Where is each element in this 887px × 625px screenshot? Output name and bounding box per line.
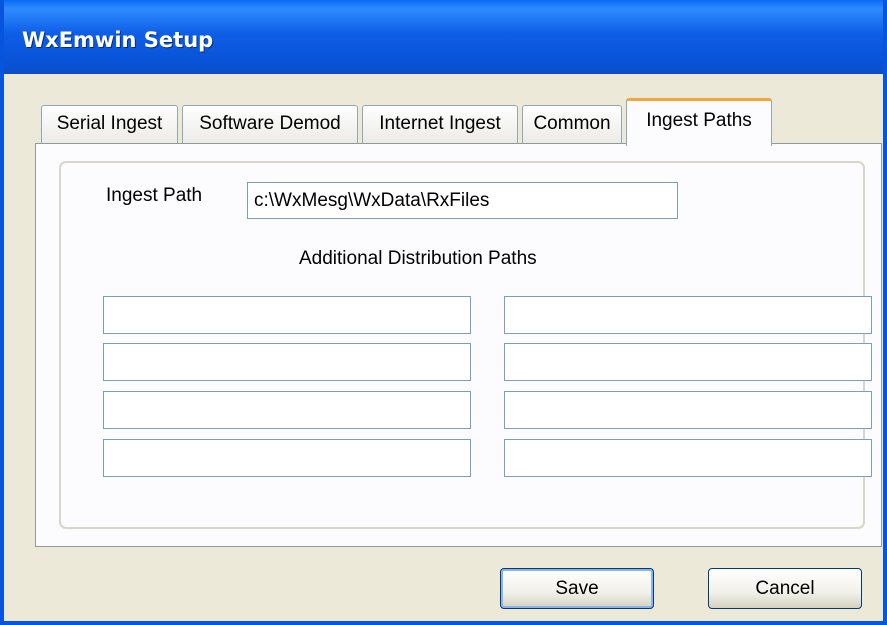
- distribution-path-5[interactable]: [504, 296, 872, 334]
- distribution-path-6[interactable]: [504, 343, 872, 381]
- ingest-path-label: Ingest Path: [106, 185, 203, 206]
- additional-distribution-paths-label: Additional Distribution Paths: [299, 248, 537, 269]
- tab-serial-ingest[interactable]: Serial Ingest: [41, 105, 178, 143]
- tab-ingest-paths[interactable]: Ingest Paths: [626, 98, 772, 146]
- ingest-paths-panel: Ingest Path Additional Distribution Path…: [35, 143, 882, 547]
- distribution-path-8[interactable]: [504, 439, 872, 477]
- setup-dialog: WxEmwin Setup Serial Ingest Software Dem…: [0, 0, 887, 625]
- save-button[interactable]: Save: [500, 568, 654, 609]
- distribution-path-2[interactable]: [103, 343, 471, 381]
- distribution-path-7[interactable]: [504, 391, 872, 429]
- tab-internet-ingest[interactable]: Internet Ingest: [362, 105, 518, 143]
- tab-software-demod[interactable]: Software Demod: [182, 105, 358, 143]
- distribution-path-3[interactable]: [103, 391, 471, 429]
- title-bar[interactable]: WxEmwin Setup: [4, 0, 883, 74]
- window-title: WxEmwin Setup: [22, 28, 214, 52]
- paths-group-box: Ingest Path Additional Distribution Path…: [59, 161, 872, 529]
- distribution-path-1[interactable]: [103, 296, 471, 334]
- distribution-path-4[interactable]: [103, 439, 471, 477]
- tab-common[interactable]: Common: [522, 105, 622, 143]
- cancel-button[interactable]: Cancel: [708, 568, 862, 609]
- ingest-path-input[interactable]: [247, 182, 678, 219]
